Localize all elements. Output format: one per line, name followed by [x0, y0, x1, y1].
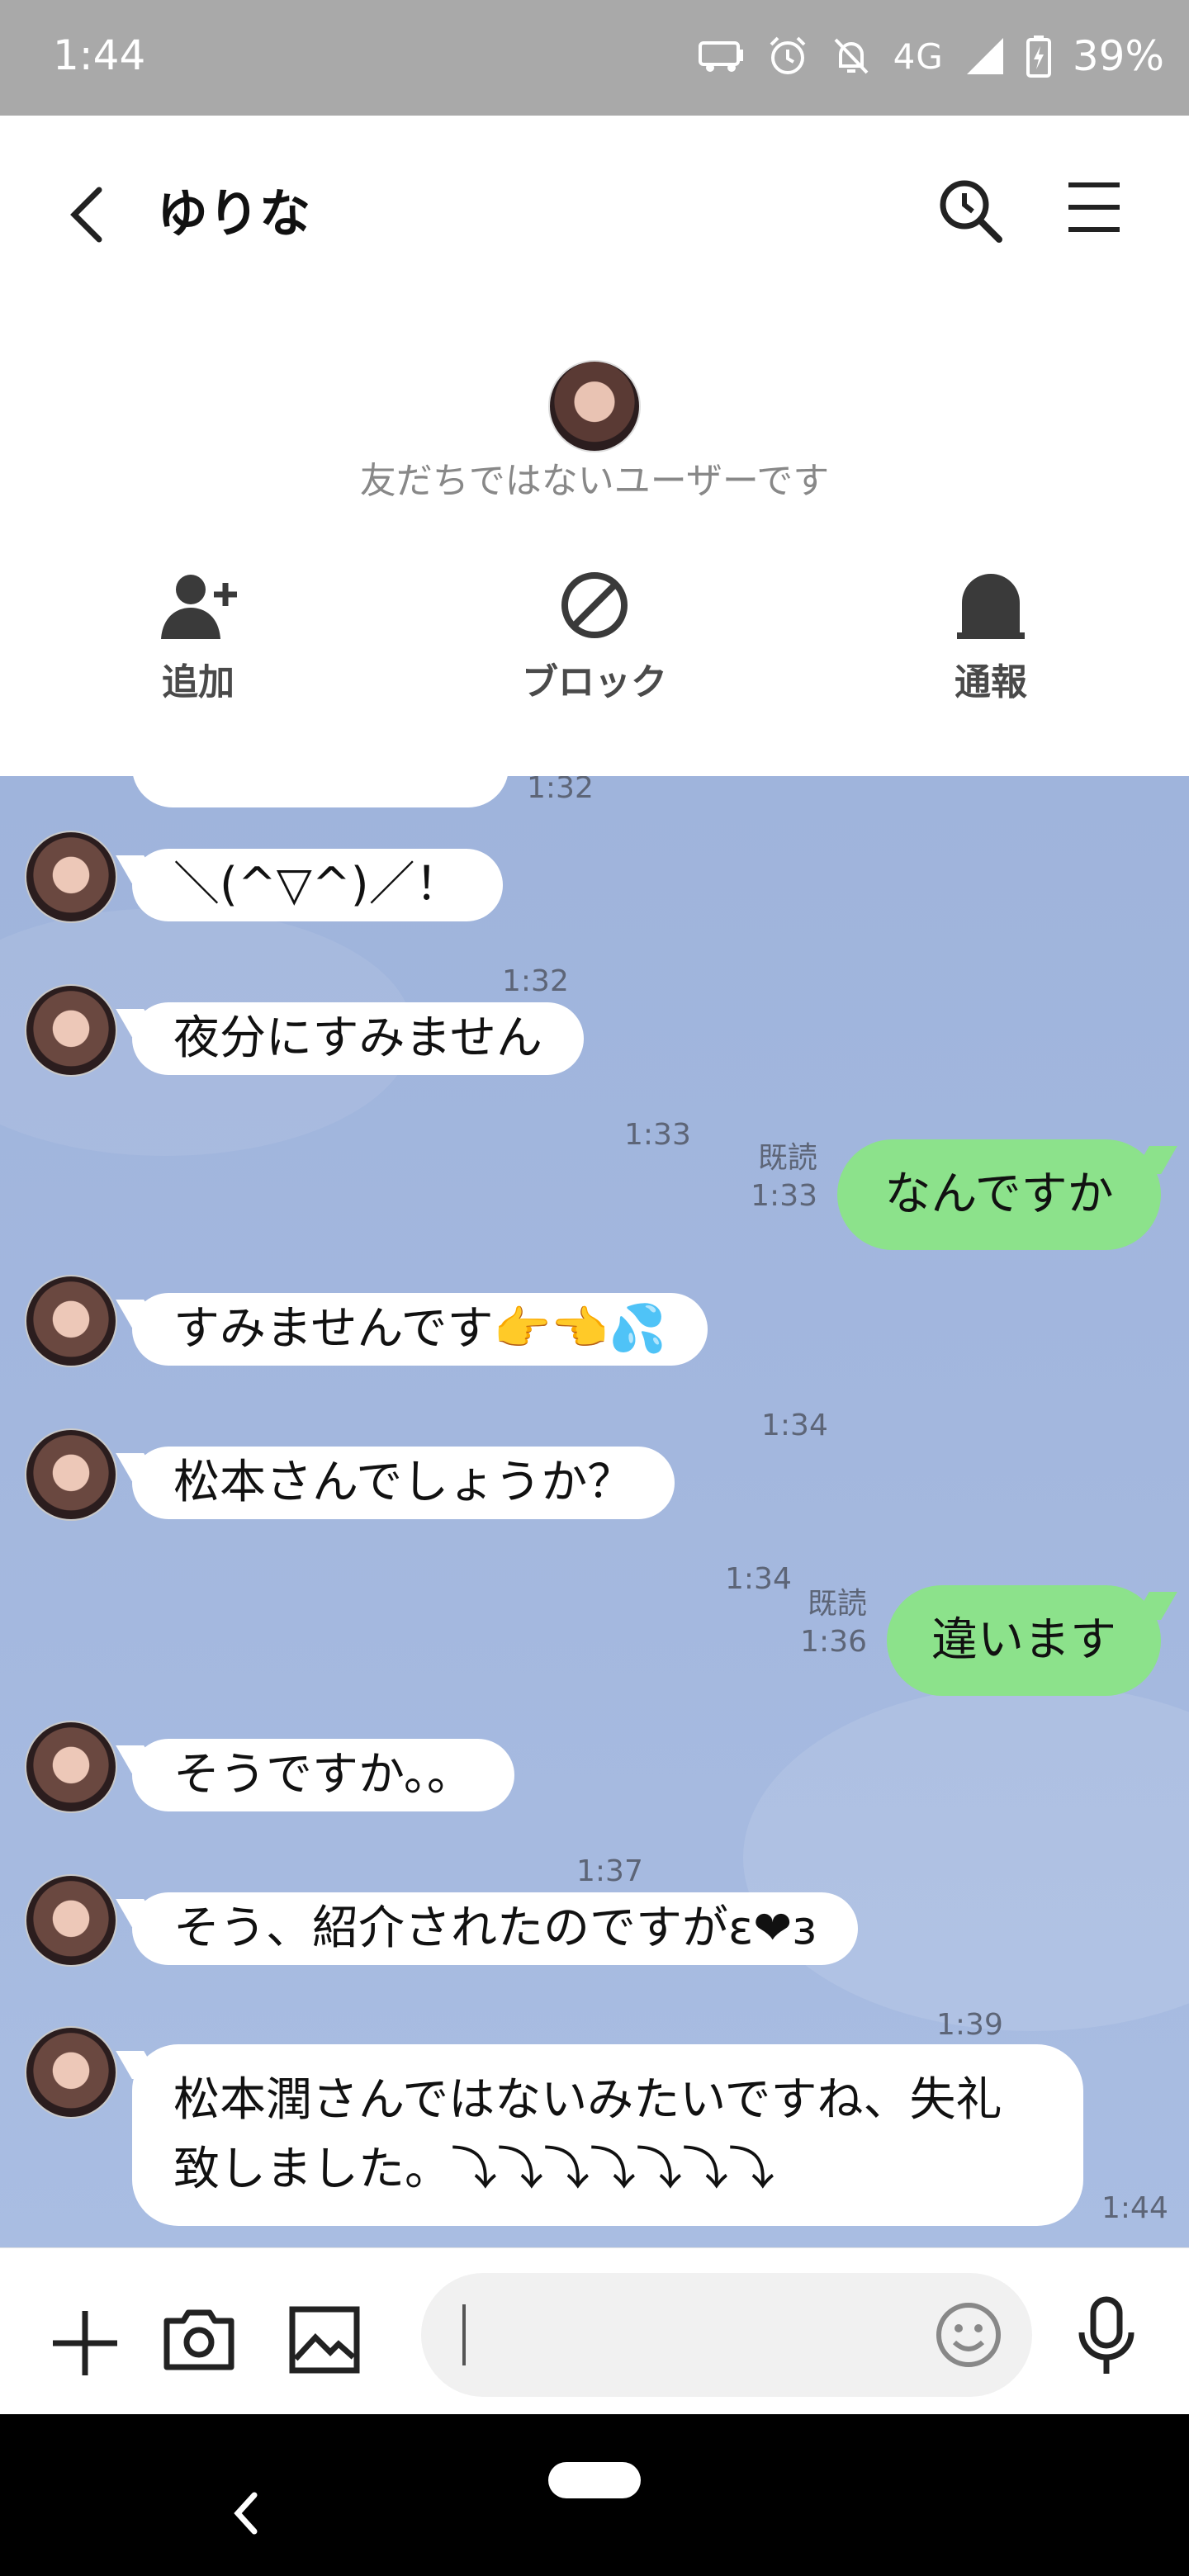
report-button[interactable]: 通報 — [875, 570, 1106, 705]
back-arrow-icon[interactable] — [58, 173, 116, 256]
search-icon[interactable] — [933, 173, 1007, 248]
message-time: 1:32 — [502, 964, 569, 998]
message-time: 1:37 — [576, 1854, 643, 1888]
sender-avatar[interactable] — [25, 1428, 117, 1521]
image-icon[interactable] — [287, 2303, 362, 2377]
microphone-icon[interactable] — [1073, 2294, 1139, 2377]
chat-header: ゆりな — [0, 116, 1189, 297]
plus-icon[interactable] — [48, 2306, 122, 2380]
add-label: 追加 — [162, 661, 234, 703]
non-friend-panel: 友だちではないユーザーです 追加 ブロック 通報 — [0, 297, 1189, 776]
system-navigation-bar — [0, 2414, 1189, 2576]
read-receipt: 既読 1:33 — [727, 1139, 817, 1215]
chat-messages[interactable]: 1:32 ＼(^▽^)／！ 1:32 夜分にすみません 1:33 既読 1:33… — [0, 776, 1189, 2247]
battery-percent: 39% — [1072, 32, 1164, 80]
my-message-bubble[interactable]: 違います — [887, 1585, 1161, 1696]
read-label: 既読 — [757, 1141, 817, 1175]
status-bar: 1:44 4G 39% — [0, 0, 1189, 116]
status-icons: 4G 39% — [698, 30, 1164, 83]
battery-charging-icon — [1026, 36, 1051, 78]
menu-icon[interactable] — [1065, 178, 1123, 236]
message-bubble[interactable]: 夜分にすみません — [132, 1002, 584, 1075]
message-bubble[interactable] — [132, 776, 509, 807]
read-receipt: 既読 1:36 — [776, 1585, 867, 1661]
sender-avatar[interactable] — [25, 1874, 117, 1967]
nav-home-pill[interactable] — [548, 2462, 641, 2498]
message-bubble[interactable]: 松本潤さんではないみたいですね、失礼致しました。⤵⤵⤵⤵⤵⤵⤵ — [132, 2044, 1083, 2226]
message-time: 1:32 — [527, 776, 594, 805]
background-cloud — [743, 1684, 1189, 2031]
text-cursor — [462, 2304, 466, 2365]
message-bubble[interactable]: ＼(^▽^)／！ — [132, 849, 503, 921]
status-time: 1:44 — [53, 31, 146, 79]
not-friend-notice: 友だちではないユーザーです — [359, 460, 830, 502]
block-icon — [561, 572, 628, 638]
message-bubble[interactable]: すみませんです👉👈💦 — [132, 1293, 708, 1366]
signal-icon — [966, 38, 1003, 74]
nav-back-icon[interactable] — [230, 2488, 263, 2538]
alarm-icon — [770, 36, 805, 74]
emoji-icon[interactable] — [933, 2299, 1004, 2370]
camera-icon[interactable] — [162, 2301, 236, 2375]
message-time: 1:39 — [936, 2008, 1003, 2042]
sender-avatar[interactable] — [25, 831, 117, 923]
mute-icon — [834, 38, 869, 74]
message-time: 1:33 — [624, 1118, 691, 1152]
message-composer — [0, 2247, 1189, 2414]
block-label: ブロック — [522, 661, 667, 703]
block-button[interactable]: ブロック — [479, 570, 710, 705]
sender-avatar[interactable] — [25, 1275, 117, 1367]
message-bubble[interactable]: 松本さんでしょうか？ — [132, 1447, 675, 1519]
add-user-icon — [161, 575, 237, 639]
message-bubble[interactable]: そう、紹介されたのですがε❤з — [132, 1892, 858, 1965]
read-label: 既読 — [807, 1587, 867, 1621]
sender-avatar[interactable] — [25, 2026, 117, 2119]
message-bubble[interactable]: そうですか。。 — [132, 1739, 514, 1811]
chat-title: ゆりな — [157, 183, 311, 244]
sender-avatar[interactable] — [25, 1721, 117, 1813]
sender-avatar[interactable] — [25, 984, 117, 1077]
report-icon — [957, 574, 1025, 639]
profile-avatar[interactable] — [548, 360, 641, 452]
my-message-bubble[interactable]: なんですか — [837, 1139, 1161, 1250]
message-time: 1:44 — [1101, 2191, 1168, 2225]
report-label: 通報 — [955, 661, 1027, 703]
add-friend-button[interactable]: 追加 — [83, 570, 314, 705]
message-time: 1:36 — [800, 1625, 867, 1659]
message-time: 1:33 — [751, 1179, 817, 1213]
network-type: 4G — [893, 36, 944, 77]
message-time: 1:34 — [761, 1409, 828, 1442]
drive-mode-icon — [698, 41, 743, 72]
